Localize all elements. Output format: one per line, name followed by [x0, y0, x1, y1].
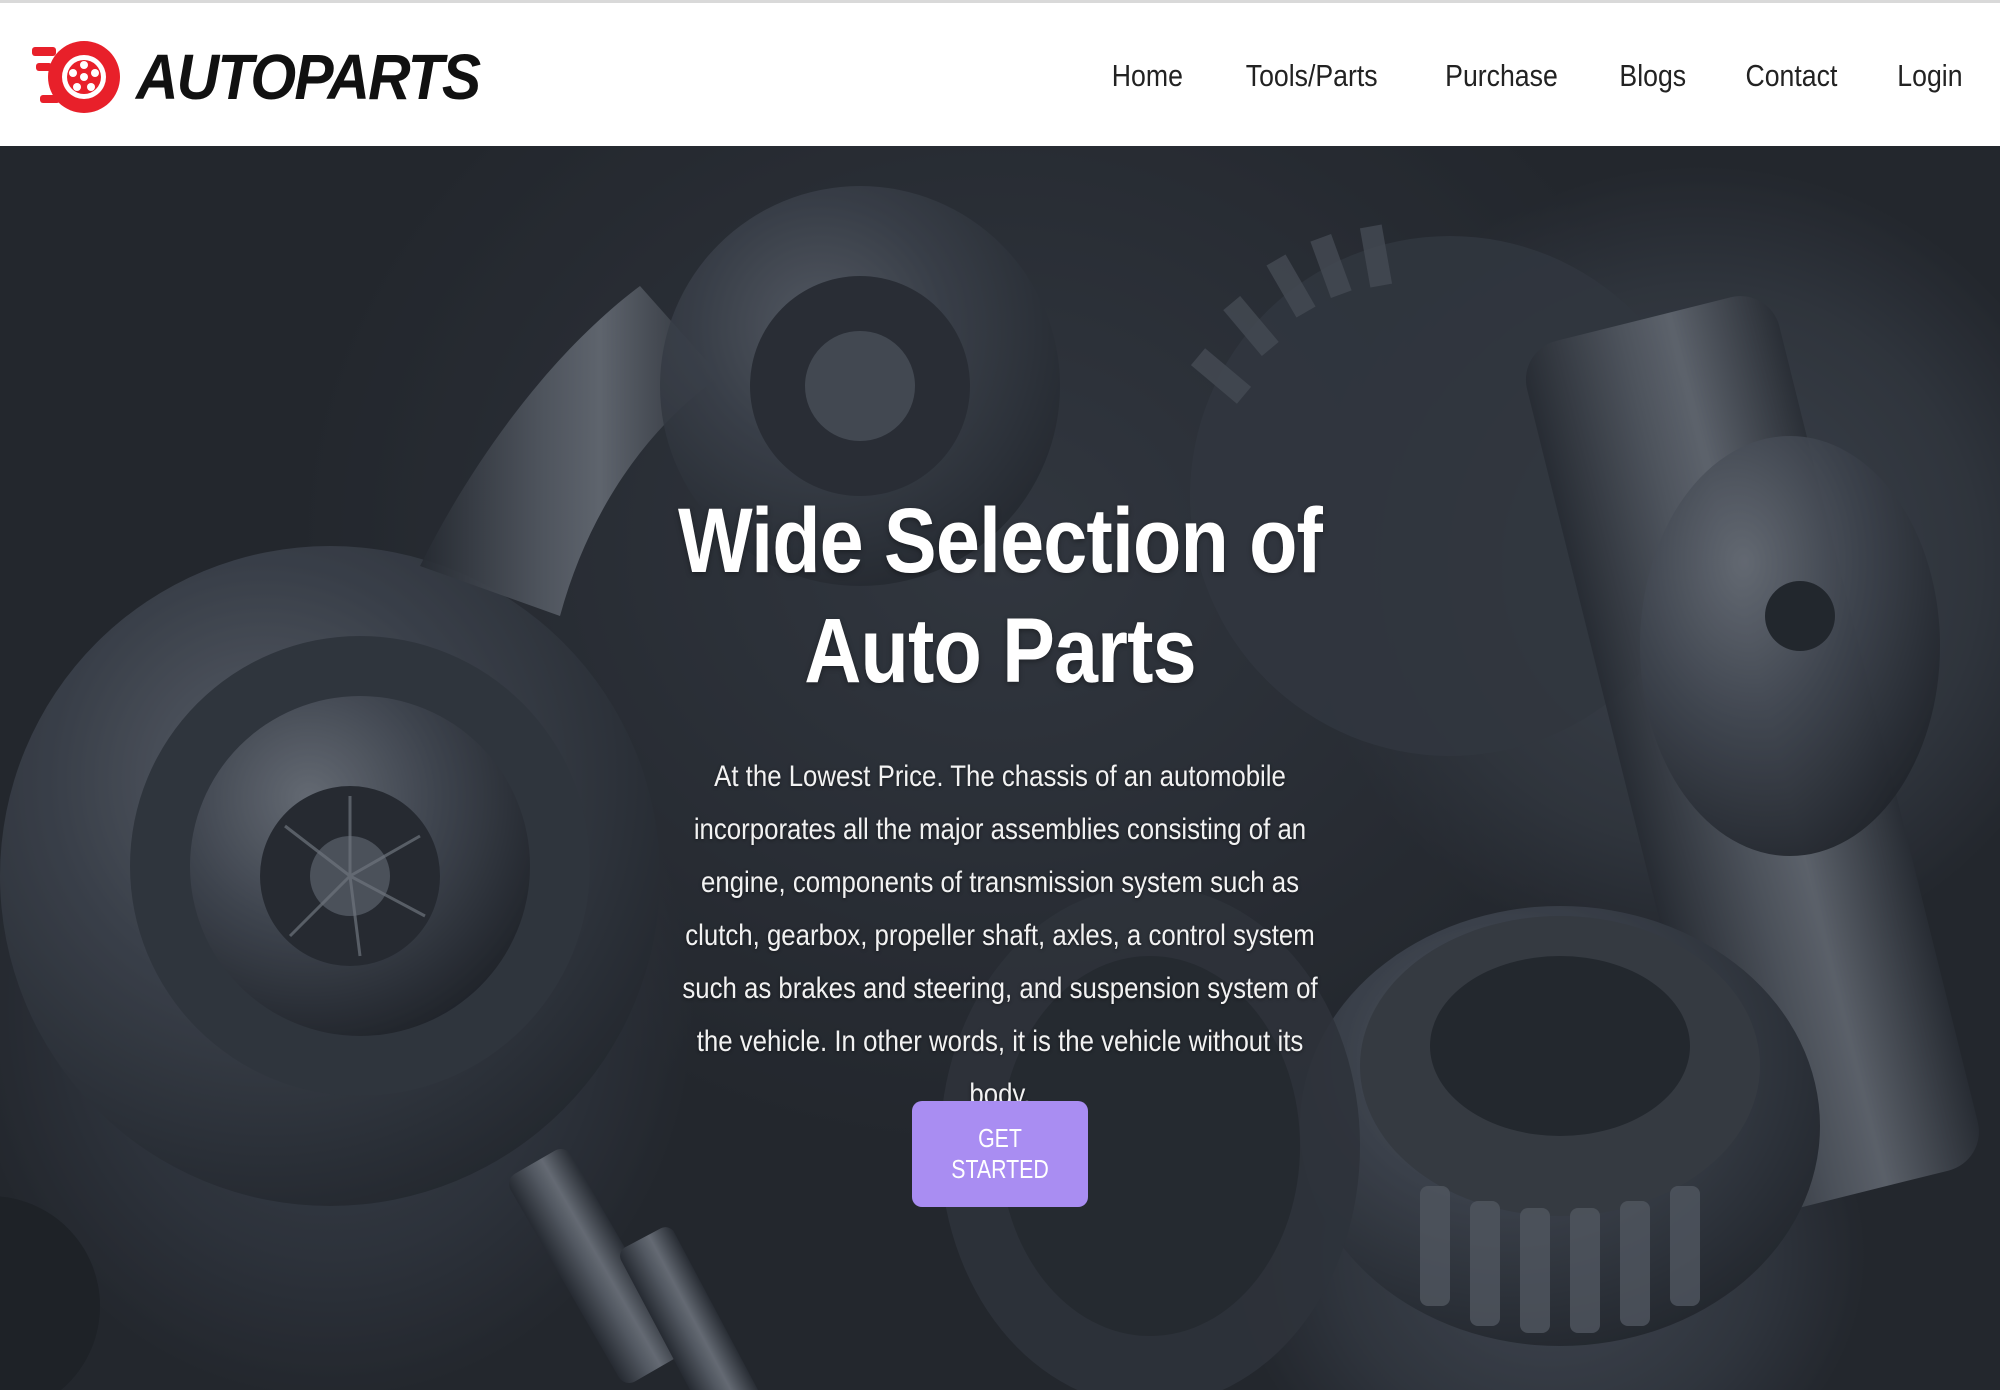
- nav-login[interactable]: Login: [1897, 58, 1962, 94]
- get-started-button[interactable]: GET STARTED: [912, 1101, 1088, 1207]
- hero-banner: Wide Selection of Auto Parts At the Lowe…: [0, 146, 2000, 1390]
- wheel-logo-icon: [32, 41, 120, 113]
- hero-title-line-2: Auto Parts: [804, 600, 1196, 702]
- hero-title-line-1: Wide Selection of: [677, 490, 1323, 592]
- nav-blogs[interactable]: Blogs: [1619, 58, 1686, 94]
- nav-purchase[interactable]: Purchase: [1445, 58, 1558, 94]
- nav-home[interactable]: Home: [1112, 58, 1183, 94]
- hero-title: Wide Selection of Auto Parts: [673, 486, 1327, 706]
- hero-description: At the Lowest Price. The chassis of an a…: [682, 760, 1318, 1111]
- nav-tools-parts[interactable]: Tools/Parts: [1246, 58, 1378, 94]
- nav-contact[interactable]: Contact: [1746, 58, 1838, 94]
- hero-content: Wide Selection of Auto Parts At the Lowe…: [620, 486, 1380, 1121]
- brand-link[interactable]: AUTOPARTS: [32, 25, 509, 129]
- main-nav: Home Tools/Parts Purchase Blogs Contact …: [1059, 3, 1968, 149]
- brand-name: AUTOPARTS: [136, 41, 481, 113]
- get-started-label: GET STARTED: [951, 1123, 1049, 1184]
- top-navbar: AUTOPARTS Home Tools/Parts Purchase Blog…: [0, 0, 2000, 146]
